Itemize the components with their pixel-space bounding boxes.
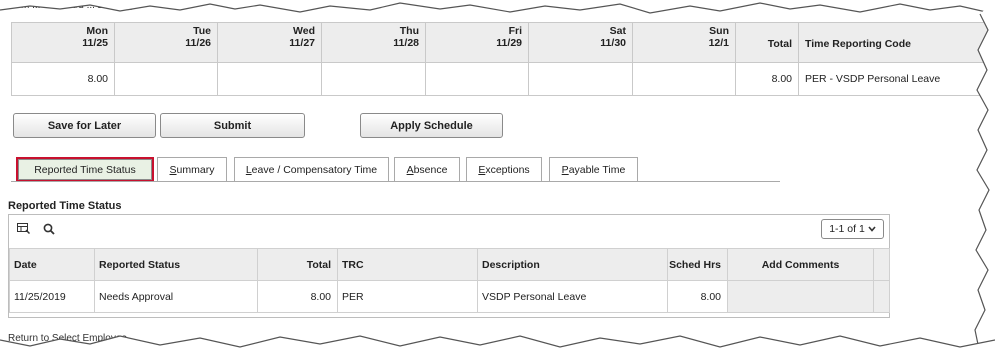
return-to-select-employee-link[interactable]: Return to Select Employee: [8, 333, 127, 344]
hours-cell[interactable]: [425, 62, 529, 96]
tab-accesskey: S: [169, 164, 177, 176]
tab-label: eave / Compensatory Time: [251, 164, 378, 176]
column-header-reported-status[interactable]: Reported Status: [94, 248, 258, 281]
table-header-row: Date Reported Status Total TRC Descripti…: [9, 248, 890, 281]
table-row: 11/25/2019 Needs Approval 8.00 PER VSDP …: [9, 280, 890, 313]
timesheet-page: From ... Standard ... 2019 ? Mon 11/25 Tu…: [0, 0, 995, 354]
status-cell: Needs Approval: [94, 280, 258, 313]
reported-time-status-table: Date Reported Status Total TRC Descripti…: [9, 248, 890, 313]
timesheet-row: 8.00 8.00 PER - VSDP Personal Leave: [11, 62, 989, 96]
total-cell: 8.00: [257, 280, 338, 313]
tab-absence[interactable]: Absence: [394, 157, 460, 182]
hours-cell[interactable]: [114, 62, 218, 96]
hours-cell[interactable]: 8.00: [11, 62, 115, 96]
tab-accesskey: E: [478, 164, 486, 176]
description-cell: VSDP Personal Leave: [477, 280, 668, 313]
day-header: Mon 11/25: [11, 22, 115, 63]
hours-cell[interactable]: [632, 62, 736, 96]
column-header-date[interactable]: Date: [9, 248, 95, 281]
pager-label: 1-1 of 1: [829, 223, 865, 235]
tab-leave-compensatory-time[interactable]: Leave / Compensatory Time: [234, 157, 389, 182]
tab-accesskey: A: [406, 164, 414, 176]
tab-exceptions[interactable]: Exceptions: [466, 157, 542, 182]
timesheet-grid: Mon 11/25 Tue 11/26 Wed 11/27 Thu 11/28 Fri 1…: [11, 22, 989, 96]
section-title: Reported Time Status: [8, 200, 122, 212]
grid-toolbar: 1-1 of 1: [9, 215, 889, 243]
tab-reported-time-status[interactable]: Reported Time Status: [16, 157, 154, 182]
row-blank-cell: [873, 280, 890, 313]
personalize-grid-icon[interactable]: [15, 221, 31, 237]
day-header: Fri 11/29: [425, 22, 529, 63]
day-header: Sat 11/30: [528, 22, 633, 63]
column-header-sched-hrs[interactable]: Sched Hrs: [667, 248, 728, 281]
pagination-select[interactable]: 1-1 of 1: [821, 219, 884, 239]
total-header: Total: [735, 22, 799, 63]
search-icon[interactable]: [41, 221, 57, 237]
column-header-blank: [873, 248, 890, 281]
trc-cell[interactable]: PER - VSDP Personal Leave: [798, 62, 989, 96]
hours-cell[interactable]: [217, 62, 322, 96]
column-header-total[interactable]: Total: [257, 248, 338, 281]
hours-cell[interactable]: [528, 62, 633, 96]
reported-time-status-grid: 1-1 of 1 Date Reported Status Total TRC …: [8, 214, 890, 318]
day-header: Tue 11/26: [114, 22, 218, 63]
sched-hrs-cell: 8.00: [667, 280, 728, 313]
submit-button[interactable]: Submit: [160, 113, 305, 138]
save-for-later-button[interactable]: Save for Later: [13, 113, 156, 138]
comments-cell[interactable]: [727, 280, 874, 313]
day-header: Wed 11/27: [217, 22, 322, 63]
tab-label: ummary: [176, 164, 215, 176]
date-cell: 11/25/2019: [9, 280, 95, 313]
total-cell: 8.00: [735, 62, 799, 96]
tab-label: bsence: [413, 164, 448, 176]
apply-schedule-button[interactable]: Apply Schedule: [360, 113, 503, 138]
trc-header: Time Reporting Code: [798, 22, 989, 63]
day-header: Sun 12/1: [632, 22, 736, 63]
tab-label: ayable Time: [568, 164, 626, 176]
tab-divider: [11, 181, 780, 182]
tab-label: xceptions: [485, 164, 530, 176]
column-header-description[interactable]: Description: [477, 248, 668, 281]
tab-label: Reported Time Status: [34, 163, 136, 176]
trc-cell: PER: [337, 280, 478, 313]
info-icon[interactable]: ?: [125, 0, 135, 10]
period-header-text: From ... Standard ... 2019: [6, 0, 120, 11]
period-header: From ... Standard ... 2019 ?: [6, 0, 135, 12]
tab-accesskey: P: [561, 164, 569, 176]
chevron-down-icon: [868, 223, 876, 235]
timesheet-header-row: Mon 11/25 Tue 11/26 Wed 11/27 Thu 11/28 Fri 1…: [11, 22, 989, 63]
column-header-add-comments[interactable]: Add Comments: [727, 248, 874, 281]
hours-cell[interactable]: [321, 62, 426, 96]
day-header: Thu 11/28: [321, 22, 426, 63]
column-header-trc[interactable]: TRC: [337, 248, 478, 281]
tab-payable-time[interactable]: Payable Time: [549, 157, 638, 182]
tab-summary[interactable]: Summary: [157, 157, 227, 182]
